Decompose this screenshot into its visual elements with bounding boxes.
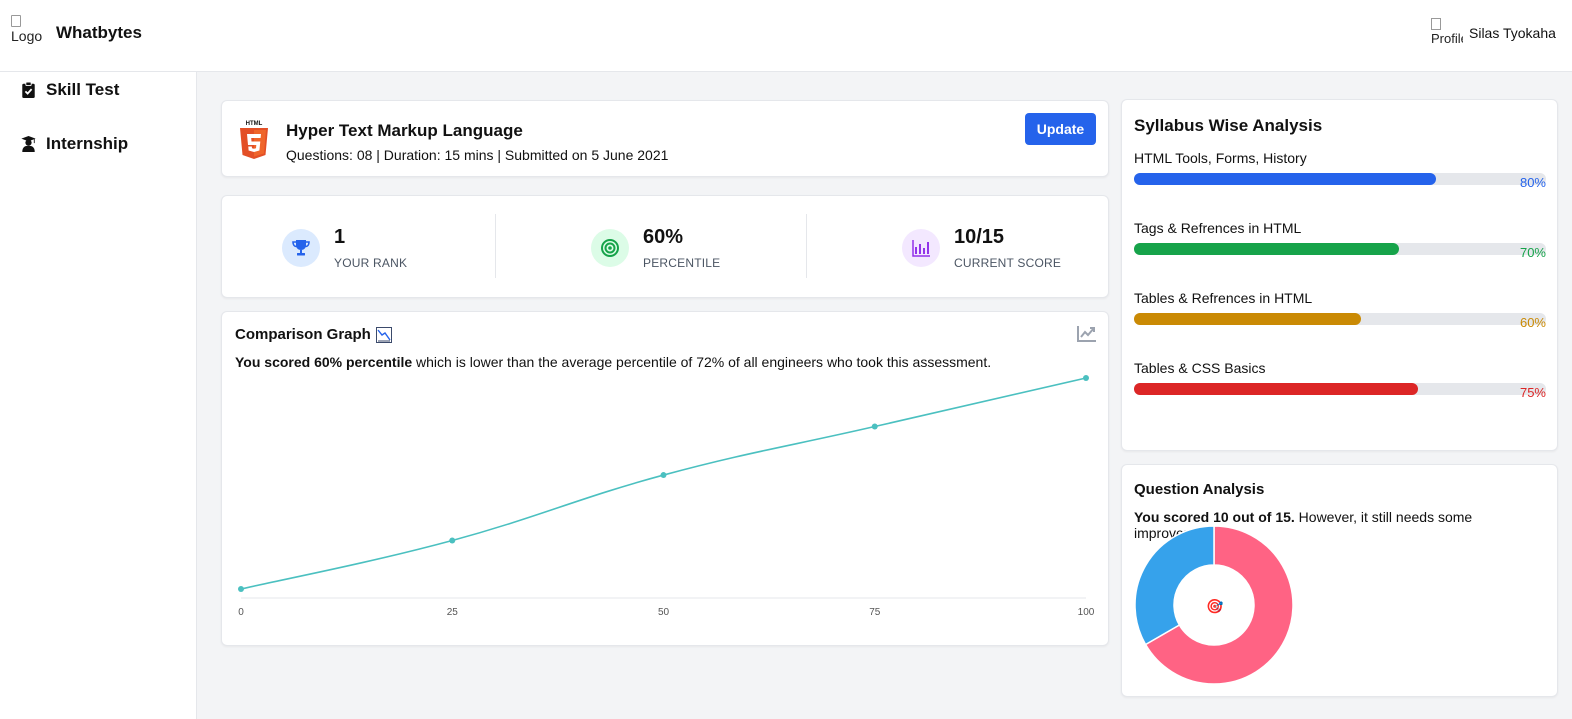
syllabus-item: Tables & CSS Basics 75%: [1134, 360, 1546, 400]
logo-image: Logo: [11, 15, 47, 47]
syllabus-progress-fill: [1134, 383, 1418, 395]
x-tick-label: 100: [1078, 607, 1095, 618]
syllabus-item-label: HTML Tools, Forms, History: [1134, 150, 1307, 166]
clipboard-check-icon: [22, 82, 35, 98]
syllabus-item-percent: 70%: [1519, 245, 1546, 260]
series-line: [240, 377, 1087, 590]
score-label: CURRENT SCORE: [954, 256, 1062, 270]
syllabus-item-percent: 60%: [1519, 315, 1546, 330]
question-analysis-card: Question Analysis You scored 10 out of 1…: [1121, 464, 1558, 697]
syllabus-title: Syllabus Wise Analysis: [1134, 116, 1323, 135]
svg-text:HTML: HTML: [246, 121, 263, 127]
stat-rank: 1 YOUR RANK: [282, 196, 407, 299]
topic-title: Hyper Text Markup Language: [286, 121, 523, 140]
sidebar-item-skill-test[interactable]: Skill Test: [21, 80, 119, 100]
topic-meta: Questions: 08 | Duration: 15 mins | Subm…: [286, 147, 669, 163]
donut-slice-incorrect[interactable]: [1135, 526, 1215, 646]
brand-name[interactable]: Whatbytes: [56, 23, 142, 43]
syllabus-item-label: Tags & Refrences in HTML: [1134, 220, 1302, 236]
syllabus-item: HTML Tools, Forms, History 80%: [1134, 150, 1546, 190]
profile-avatar[interactable]: Profile: [1431, 18, 1463, 48]
data-point[interactable]: [660, 472, 667, 479]
syllabus-item-percent: 75%: [1519, 385, 1546, 400]
sidebar-item-label: Skill Test: [46, 80, 120, 99]
data-point[interactable]: [871, 423, 878, 430]
sidebar-item-internship[interactable]: Internship: [21, 134, 128, 154]
comparison-graph-card: Comparison Graph You scored 60% percenti…: [221, 311, 1109, 646]
syllabus-progress-track: [1134, 173, 1546, 185]
syllabus-progress-fill: [1134, 313, 1361, 325]
data-point[interactable]: [1083, 375, 1089, 381]
x-tick-label: 75: [869, 607, 881, 618]
syllabus-item-percent: 80%: [1519, 175, 1546, 190]
x-tick-label: 0: [238, 607, 244, 618]
syllabus-item-label: Tables & Refrences in HTML: [1134, 290, 1313, 306]
rank-value: 1: [334, 226, 346, 248]
target-emoji-icon: 🎯: [1206, 598, 1224, 614]
sidebar-item-label: Internship: [46, 134, 129, 153]
broken-image-icon: [11, 15, 21, 27]
logo-alt-text: Logo: [11, 28, 43, 44]
syllabus-item: Tags & Refrences in HTML 70%: [1134, 220, 1546, 260]
data-point[interactable]: [238, 586, 244, 592]
x-tick-label: 50: [658, 607, 670, 618]
syllabus-analysis-card: Syllabus Wise Analysis HTML Tools, Forms…: [1121, 99, 1558, 451]
stat-score: 10/15 CURRENT SCORE: [902, 196, 1061, 299]
syllabus-progress-track: [1134, 313, 1546, 325]
syllabus-item: Tables & Refrences in HTML 60%: [1134, 290, 1546, 330]
qa-desc-bold: You scored 10 out of 15.: [1134, 509, 1295, 525]
percentile-label: PERCENTILE: [643, 256, 721, 270]
syllabus-progress-track: [1134, 243, 1546, 255]
bar-chart-icon: [902, 228, 940, 267]
stat-divider: [806, 214, 807, 278]
trophy-icon: [282, 228, 320, 267]
comparison-line-chart: 0 25 50 75 100: [238, 375, 1095, 618]
quick-stats-card: 1 YOUR RANK 60% PERCENTILE 10/15 CURRENT…: [221, 195, 1109, 298]
profile-alt-text: Profile: [1431, 31, 1463, 46]
test-summary-card: HTML Hyper Text Markup Language Question…: [221, 100, 1109, 177]
target-icon: [591, 228, 629, 267]
rank-label: YOUR RANK: [334, 256, 408, 270]
score-value: 10/15: [954, 226, 1005, 248]
percentile-value: 60%: [643, 226, 684, 248]
syllabus-progress-fill: [1134, 173, 1437, 185]
top-header: Logo Whatbytes Profile Silas Tyokaha: [0, 0, 1572, 72]
sidebar: Skill Test Internship: [0, 72, 197, 719]
broken-image-icon: [1431, 18, 1441, 30]
stat-percentile: 60% PERCENTILE: [591, 196, 720, 299]
update-button[interactable]: Update: [1025, 113, 1096, 145]
profile-name[interactable]: Silas Tyokaha: [1469, 25, 1556, 41]
graduate-icon: [21, 136, 36, 152]
html5-logo-icon: HTML: [240, 121, 268, 159]
qa-title: Question Analysis: [1134, 481, 1265, 498]
data-point[interactable]: [449, 537, 456, 544]
syllabus-progress-fill: [1134, 243, 1399, 255]
syllabus-progress-track: [1134, 383, 1546, 395]
syllabus-item-label: Tables & CSS Basics: [1134, 360, 1266, 376]
x-tick-label: 25: [447, 607, 459, 618]
stat-divider: [495, 214, 496, 278]
